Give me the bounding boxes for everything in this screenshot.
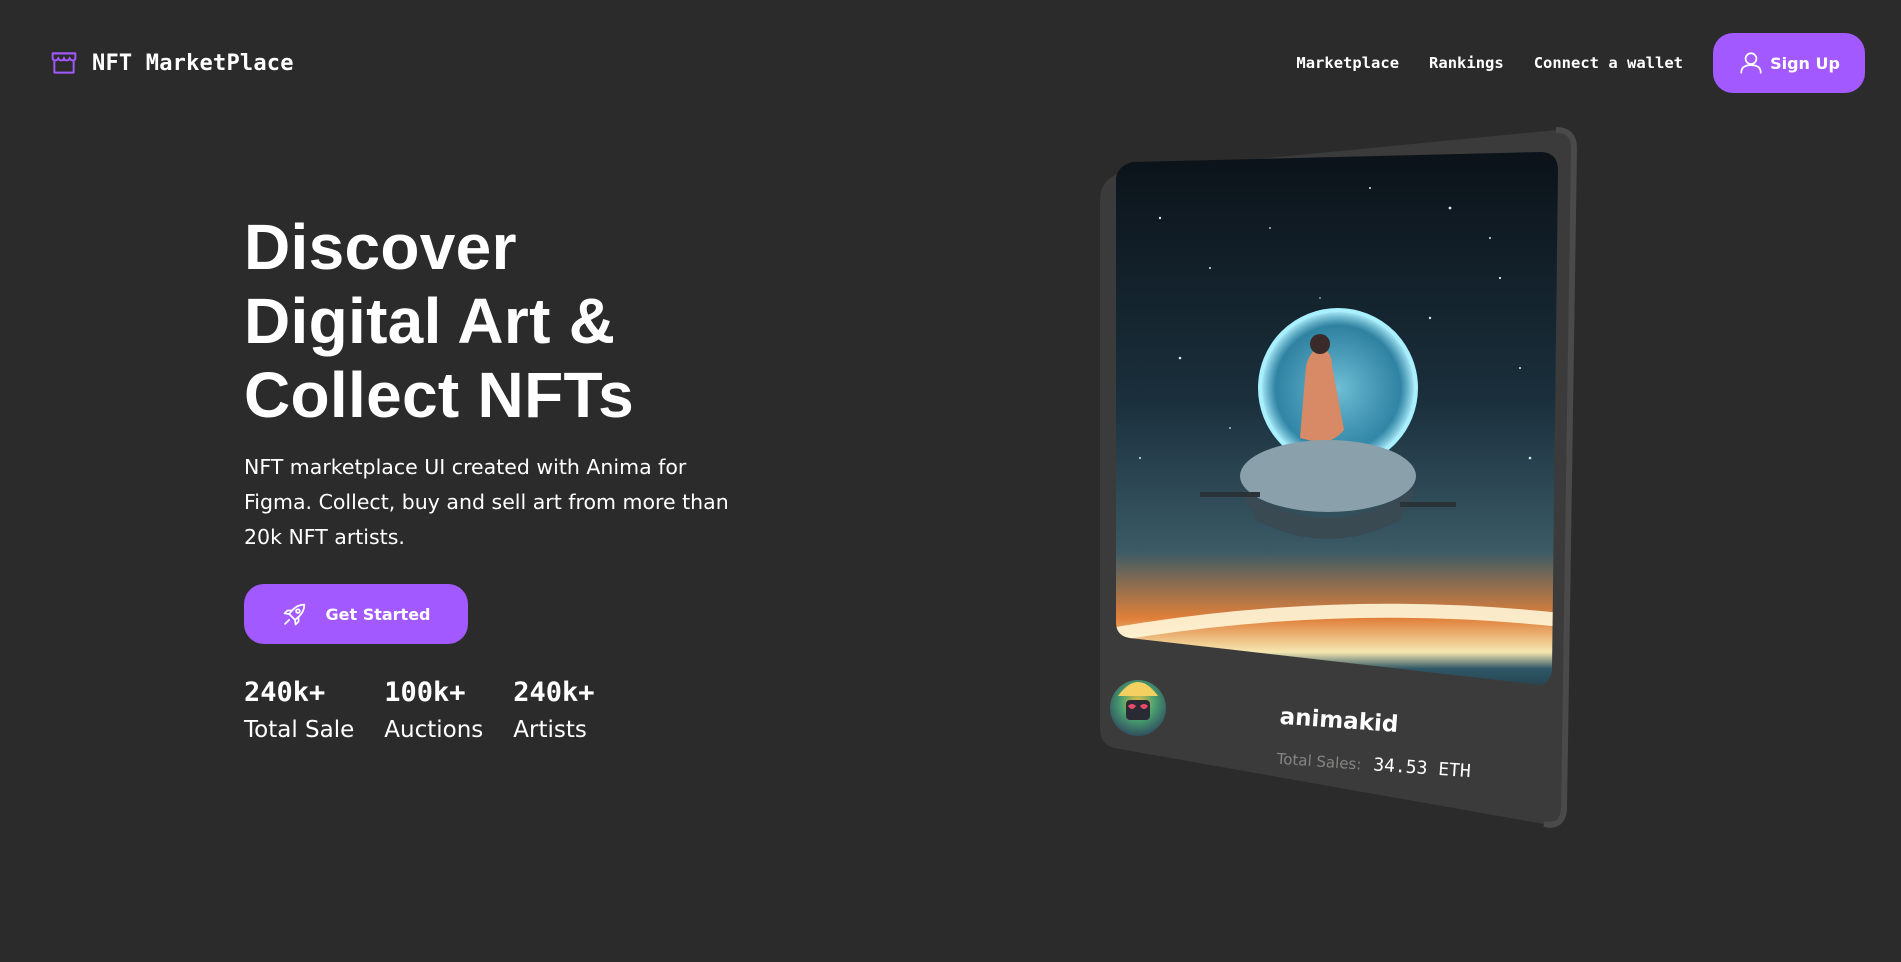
- stat-total-sale: 240k+ Total Sale: [244, 676, 354, 748]
- total-sales-label: Total Sales:: [1276, 749, 1362, 774]
- hero-description: NFT marketplace UI created with Anima fo…: [244, 455, 729, 549]
- rocket-icon: [284, 603, 306, 626]
- stat-label: Auctions: [384, 717, 484, 743]
- total-sales-value: 34.53 ETH: [1372, 754, 1472, 783]
- stat-artists: 240k+ Artists: [513, 676, 594, 748]
- hero-title: Discover Digital Art & Collect NFTs: [244, 210, 804, 432]
- stats-row: 240k+ Total Sale 100k+ Auctions 240k+ Ar…: [244, 676, 625, 748]
- total-sales: Total Sales: 34.53 ETH: [1276, 748, 1471, 783]
- sign-up-button[interactable]: Sign Up: [1713, 33, 1865, 93]
- artist-avatar: [1110, 680, 1166, 736]
- stat-value: 240k+: [513, 677, 595, 708]
- stat-label: Total Sale: [244, 717, 355, 743]
- stat-label: Artists: [513, 717, 587, 743]
- featured-nft-card[interactable]: animakid Total Sales: 34.53 ETH: [1070, 127, 1580, 828]
- nav-links: Marketplace Rankings Connect a wallet Si…: [1296, 33, 1865, 93]
- landing-page: NFT MarketPlace Marketplace Rankings Con…: [0, 0, 1901, 962]
- nft-artwork: [1116, 152, 1558, 685]
- nav-link-marketplace[interactable]: Marketplace: [1296, 54, 1399, 72]
- hero-title-line-2: Digital Art &: [244, 285, 616, 357]
- stat-auctions: 100k+ Auctions: [384, 676, 483, 748]
- nav-link-rankings[interactable]: Rankings: [1429, 54, 1504, 72]
- storefront-icon: [51, 52, 77, 74]
- hero-title-line-1: Discover: [244, 211, 517, 283]
- stat-value: 240k+: [244, 677, 326, 708]
- hero-title-line-3: Collect NFTs: [244, 359, 635, 431]
- artist-info: animakid Total Sales: 34.53 ETH: [1162, 680, 1471, 821]
- brand-logo[interactable]: NFT MarketPlace: [50, 48, 294, 78]
- sign-up-label: Sign Up: [1770, 53, 1840, 73]
- get-started-button[interactable]: Get Started: [244, 584, 468, 644]
- brand-name: NFT MarketPlace: [92, 50, 294, 76]
- nav-link-connect-wallet[interactable]: Connect a wallet: [1534, 54, 1683, 72]
- get-started-label: Get Started: [325, 604, 431, 624]
- artist-name[interactable]: animakid: [1279, 704, 1399, 738]
- stat-value: 100k+: [384, 677, 466, 708]
- top-nav: NFT MarketPlace Marketplace Rankings Con…: [0, 0, 1901, 128]
- user-icon: [1740, 52, 1762, 74]
